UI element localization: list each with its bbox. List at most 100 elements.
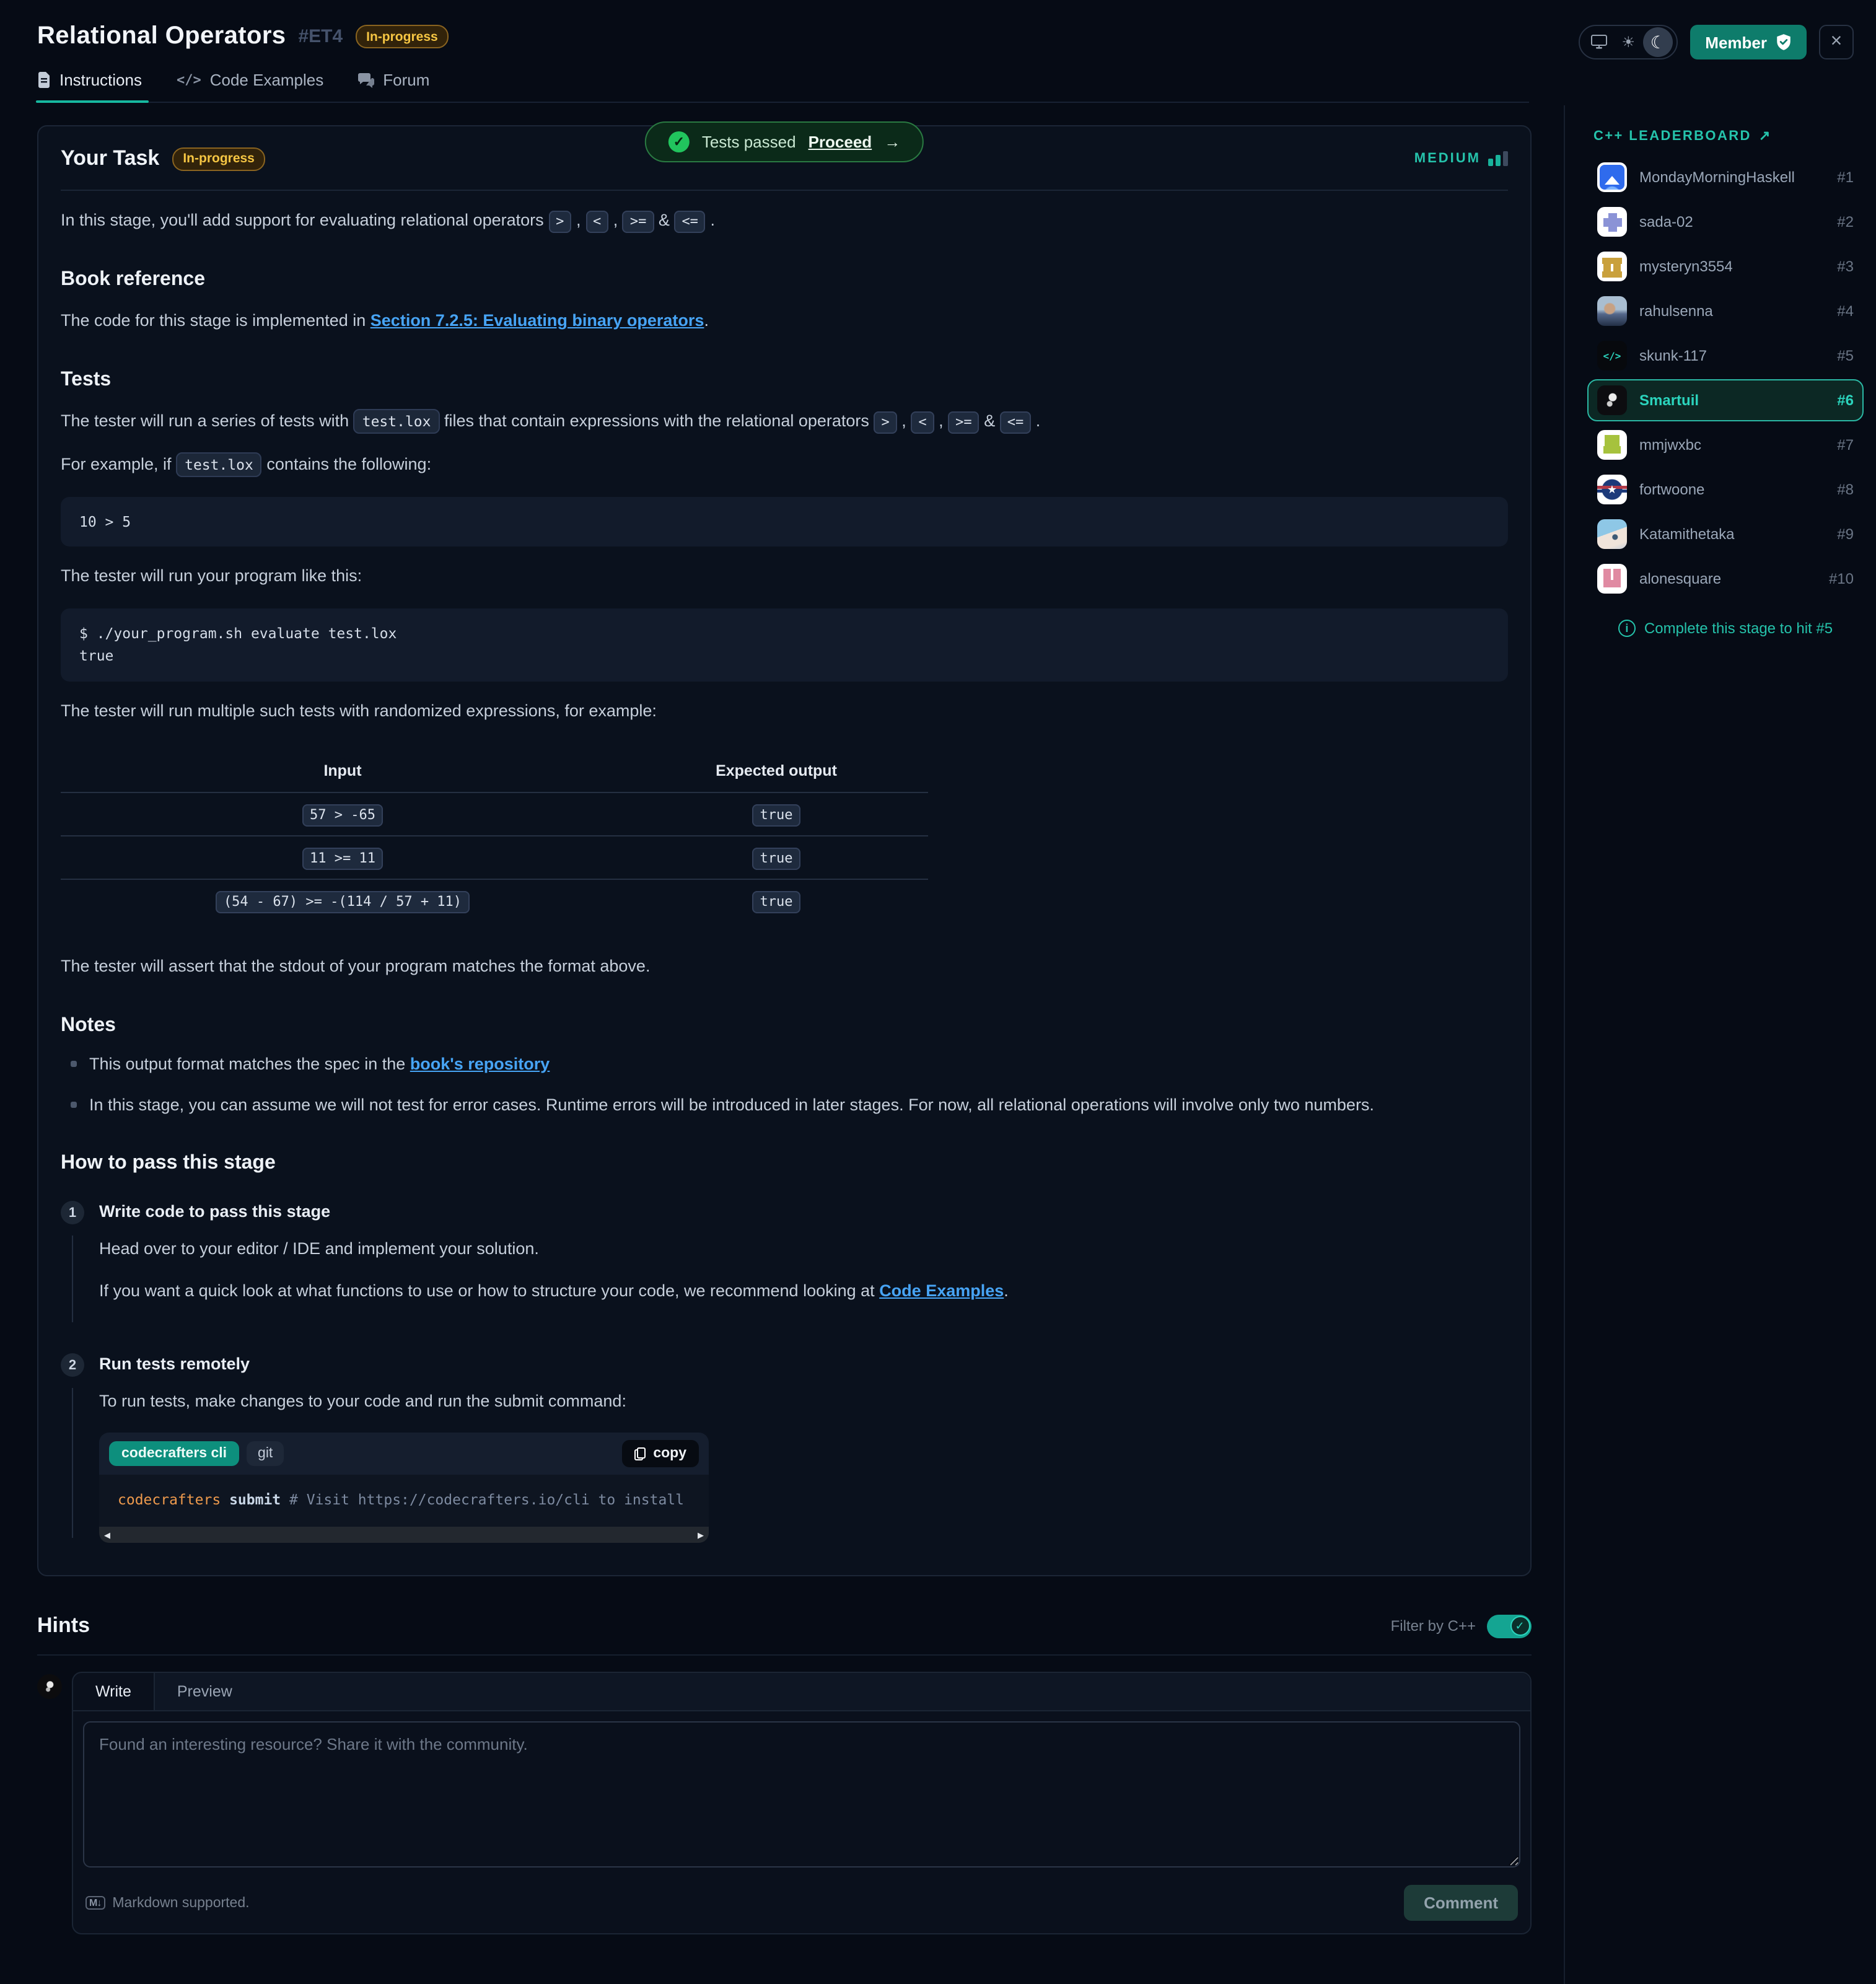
tab-code-examples[interactable]: </> Code Examples [177, 71, 326, 102]
status-badge: In-progress [355, 25, 449, 48]
inline-code: test.lox [176, 452, 262, 477]
copy-button[interactable]: copy [622, 1440, 699, 1468]
composer-tabs: Write Preview [73, 1673, 1530, 1712]
step-text: If you want a quick look at what functio… [99, 1281, 1009, 1301]
scroll-left-icon[interactable]: ◀ [104, 1530, 110, 1540]
scroll-right-icon[interactable]: ▶ [698, 1530, 704, 1540]
tab-codecrafters-cli[interactable]: codecrafters cli [109, 1441, 240, 1467]
leaderboard-sidebar: C++ LEADERBOARD ↗ MondayMorningHaskell #… [1564, 105, 1876, 1984]
divider [37, 1654, 1532, 1656]
tab-write[interactable]: Write [73, 1673, 155, 1711]
tab-instructions[interactable]: Instructions [35, 71, 150, 103]
tab-label: Instructions [59, 71, 142, 89]
tab-git[interactable]: git [247, 1441, 284, 1467]
code-line: true [79, 647, 114, 665]
hints-header: Hints Filter by C++ ✓ [37, 1613, 1532, 1638]
expression-code: (54 - 67) >= -(114 / 57 + 11) [216, 890, 470, 913]
list-item: In this stage, you can assume we will no… [61, 1092, 1508, 1118]
stage-id: #ET4 [298, 26, 343, 47]
tests-passed-toast: ✓ Tests passed Proceed → [644, 121, 924, 162]
comment-button[interactable]: Comment [1404, 1885, 1518, 1921]
table-row: 11 >= 11 true [61, 835, 928, 879]
leaderboard-row-current-user[interactable]: Smartuil #6 [1587, 379, 1864, 421]
tests-p1: The tester will run a series of tests wi… [61, 408, 1508, 435]
code-examples-link[interactable]: Code Examples [879, 1282, 1004, 1301]
leaderboard-row[interactable]: sada-02 #2 [1587, 201, 1864, 243]
step-2: 2 Run tests remotely To run tests, make … [61, 1353, 1508, 1543]
shield-check-icon [1776, 33, 1792, 51]
leaderboard-row[interactable]: alonesquare #10 [1587, 558, 1864, 600]
step-title: Write code to pass this stage [99, 1202, 331, 1221]
rank-badge: #6 [1837, 392, 1854, 409]
task-intro: In this stage, you'll add support for ev… [61, 208, 1508, 234]
leaderboard-row[interactable]: Katamithetaka #9 [1587, 513, 1864, 555]
member-button[interactable]: Member [1690, 25, 1807, 59]
leaderboard-heading[interactable]: C++ LEADERBOARD ↗ [1593, 128, 1864, 144]
theme-light-sun-icon[interactable]: ☀ [1613, 27, 1643, 57]
code-block-sample: 10 > 5 [61, 496, 1508, 547]
clipboard-icon [634, 1447, 646, 1460]
tab-label: Forum [383, 71, 430, 89]
table-header-output: Expected output [716, 762, 837, 779]
book-repository-link[interactable]: book's repository [410, 1054, 550, 1073]
operator-keycap: > [874, 411, 897, 434]
filter-toggle[interactable]: ✓ [1487, 1614, 1532, 1638]
member-label: Member [1705, 33, 1767, 51]
book-section-link[interactable]: Section 7.2.5: Evaluating binary operato… [370, 311, 704, 330]
toast-text: Tests passed [701, 133, 796, 151]
horizontal-scrollbar[interactable]: ◀ ▶ [99, 1527, 709, 1543]
leaderboard-row[interactable]: rahulsenna #4 [1587, 290, 1864, 332]
close-icon[interactable]: × [1819, 25, 1854, 59]
divider [61, 190, 1508, 191]
app-window: Relational Operators #ET4 In-progress In… [0, 0, 1876, 1984]
rank-badge: #1 [1837, 169, 1854, 186]
leaderboard-row[interactable]: fortwoone #8 [1587, 468, 1864, 511]
page-title: Relational Operators [37, 22, 286, 50]
rank-badge: #3 [1837, 258, 1854, 275]
comment-composer: Write Preview M↓ Markdown supported. Com… [72, 1672, 1532, 1935]
operator-keycap: <= [999, 411, 1032, 434]
proceed-link[interactable]: Proceed [809, 133, 872, 151]
rank-badge: #9 [1837, 525, 1854, 543]
leaderboard-row[interactable]: mysteryn3554 #3 [1587, 245, 1864, 288]
avatar [1597, 564, 1627, 594]
examples-table: Input Expected output 57 > -65 true 11 >… [61, 752, 928, 922]
steps: 1 Write code to pass this stage Head ove… [61, 1201, 1508, 1543]
book-reference-text: The code for this stage is implemented i… [61, 310, 709, 330]
how-to-pass-heading: How to pass this stage [61, 1152, 276, 1174]
theme-dark-moon-icon[interactable]: ☾ [1643, 27, 1673, 57]
markdown-icon: M↓ [85, 1896, 105, 1910]
toggle-check-icon: ✓ [1510, 1616, 1530, 1636]
markdown-note: M↓ Markdown supported. [85, 1895, 250, 1910]
inline-code: test.lox [353, 408, 440, 434]
tab-label: Code Examples [209, 71, 324, 89]
avatar [1597, 207, 1627, 237]
list-item: This output format matches the spec in t… [61, 1051, 1508, 1078]
tests-assert-text: The tester will assert that the stdout o… [61, 956, 651, 975]
forum-icon [358, 72, 375, 87]
avatar [37, 1674, 62, 1700]
tab-forum[interactable]: Forum [358, 71, 432, 102]
leaderboard-row[interactable]: MondayMorningHaskell #1 [1587, 156, 1864, 198]
avatar [1597, 430, 1627, 460]
table-row: 57 > -65 true [61, 791, 928, 836]
language-filter: Filter by C++ ✓ [1391, 1614, 1532, 1638]
top-bar-controls: ☀ ☾ Member × [1579, 25, 1854, 59]
operator-keycap: < [911, 411, 934, 434]
operator-keycap: < [585, 211, 609, 233]
comment-input[interactable] [83, 1721, 1520, 1868]
tab-preview[interactable]: Preview [155, 1673, 255, 1710]
filter-label: Filter by C++ [1390, 1617, 1476, 1635]
leaderboard-footer-note: i Complete this stage to hit #5 [1587, 620, 1864, 637]
tests-heading: Tests [61, 369, 112, 390]
rank-badge: #2 [1837, 213, 1854, 230]
avatar [1597, 519, 1627, 549]
rank-badge: #5 [1837, 347, 1854, 364]
leaderboard-row[interactable]: </> skunk-117 #5 [1587, 335, 1864, 377]
operator-keycap: >= [622, 211, 654, 233]
theme-system-monitor-icon[interactable] [1584, 27, 1613, 57]
main-tabs: Instructions </> Code Examples Forum [35, 71, 1529, 103]
arrow-right-icon: → [884, 133, 901, 151]
leaderboard-row[interactable]: mmjwxbc #7 [1587, 424, 1864, 466]
result-code: true [752, 804, 800, 827]
